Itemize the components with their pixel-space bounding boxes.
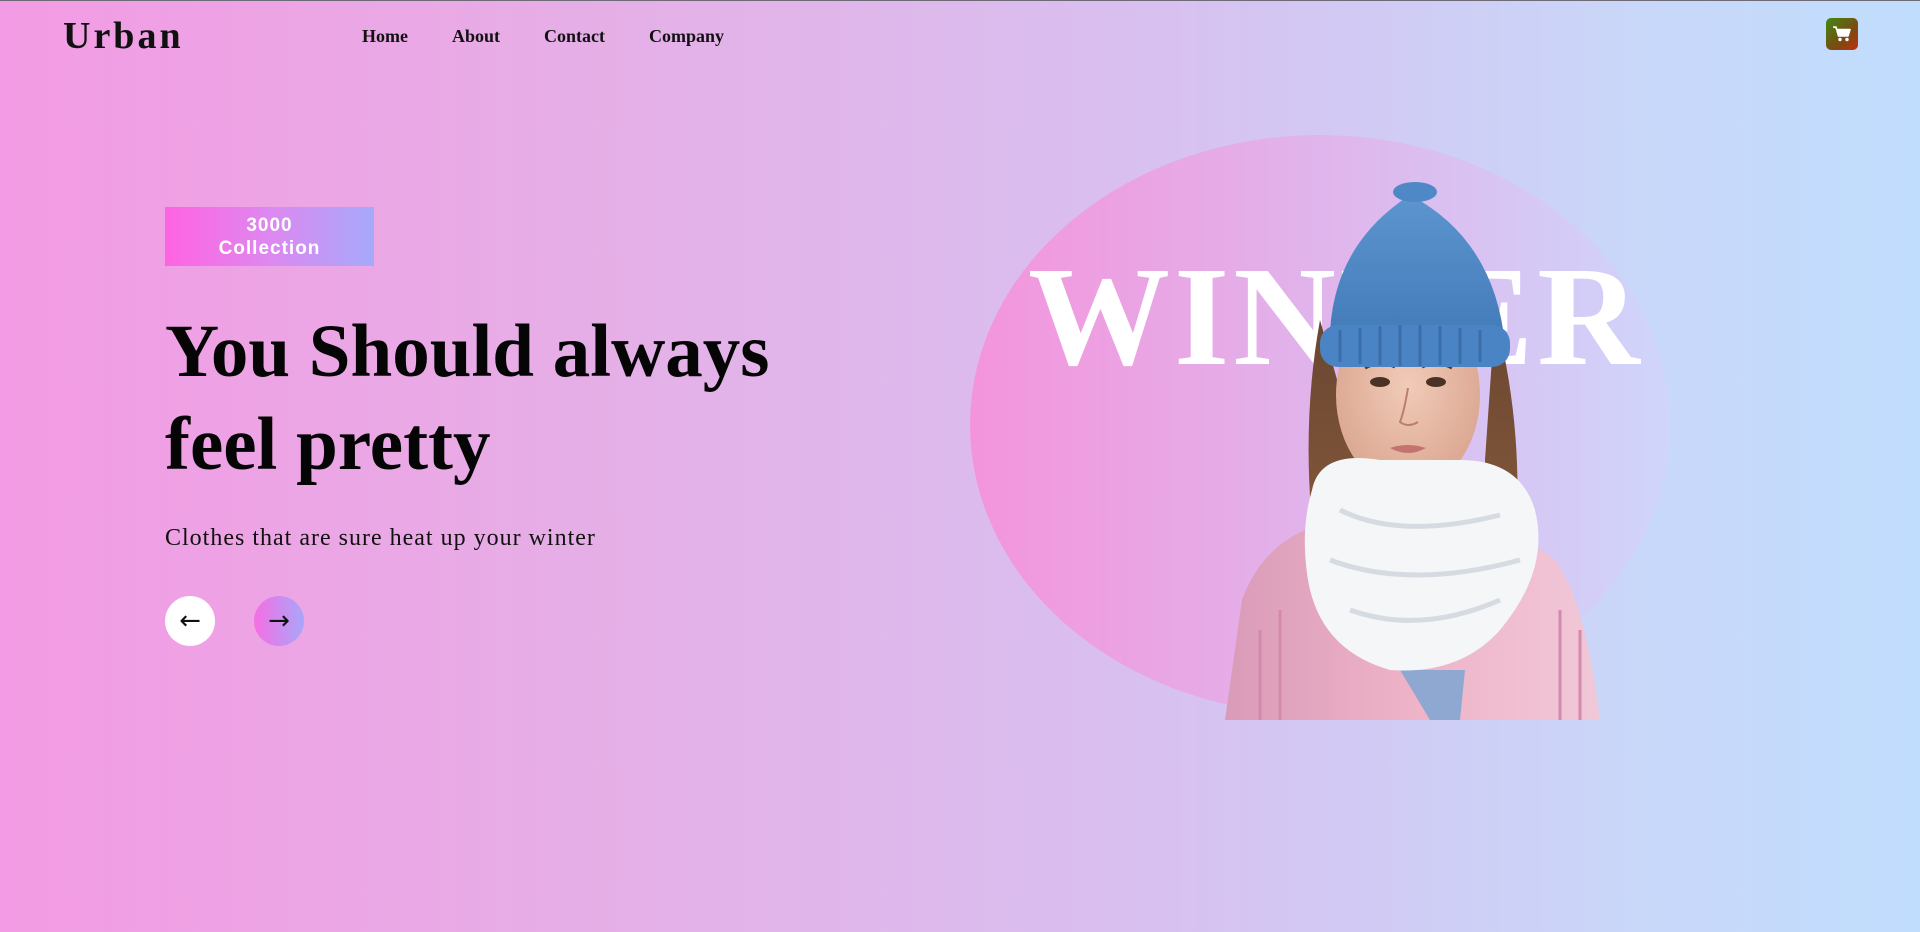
hero-visual: WINTER: [960, 130, 1740, 720]
hero-subtitle: Clothes that are sure heat up your winte…: [165, 525, 596, 551]
cart-button[interactable]: [1826, 18, 1858, 50]
next-slide-button[interactable]: →: [254, 596, 304, 646]
nav-item-about[interactable]: About: [452, 26, 500, 47]
badge-label: Collection: [218, 237, 321, 259]
arrow-right-icon: →: [268, 606, 290, 636]
shopping-cart-icon: [1833, 26, 1851, 42]
nav-item-home[interactable]: Home: [362, 26, 408, 47]
nav-item-contact[interactable]: Contact: [544, 26, 605, 47]
arrow-left-icon: ←: [179, 606, 201, 636]
badge-count: 3000: [246, 214, 293, 236]
model-image: [1225, 182, 1600, 720]
prev-slide-button[interactable]: ←: [165, 596, 215, 646]
main-nav: Home About Contact Company: [362, 26, 768, 47]
collection-badge: 3000 Collection: [165, 207, 374, 266]
nav-item-company[interactable]: Company: [649, 26, 724, 47]
hero-headline: You Should always feel pretty: [165, 310, 770, 486]
top-border: [0, 0, 1920, 1]
brand-logo[interactable]: Urban: [63, 14, 184, 58]
